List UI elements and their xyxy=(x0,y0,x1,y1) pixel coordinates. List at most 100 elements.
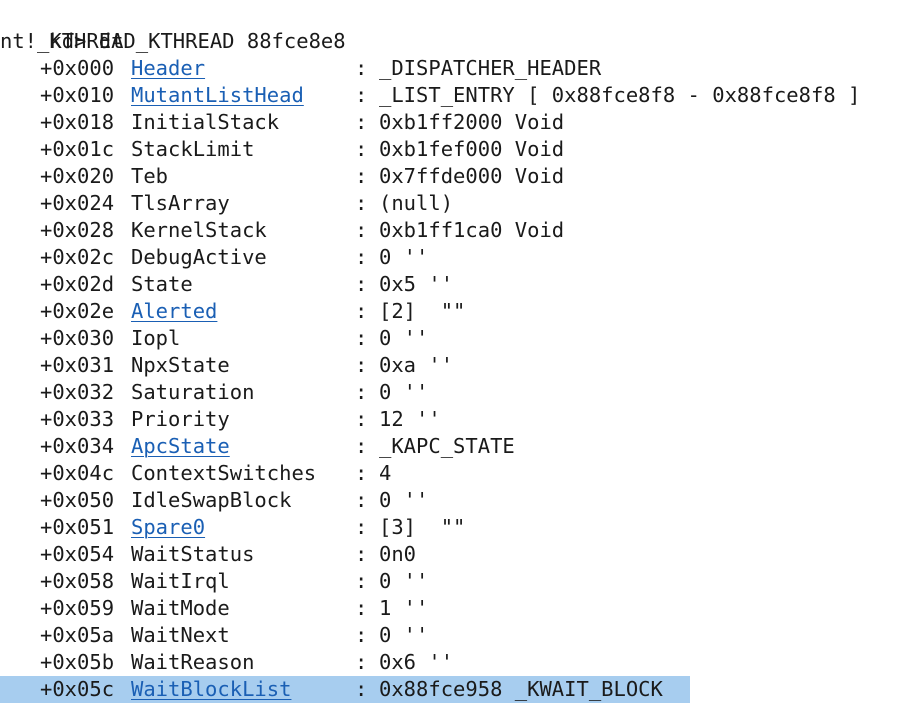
field-name: State xyxy=(131,272,193,296)
field-row: +0x030 Iopl:0 '' xyxy=(0,325,915,352)
field-value: [3] "" xyxy=(379,515,466,539)
field-row: +0x02c DebugActive:0 '' xyxy=(0,244,915,271)
field-row: +0x050 IdleSwapBlock:0 '' xyxy=(0,487,915,514)
field-name: Saturation xyxy=(131,380,255,404)
field-name-link[interactable]: MutantListHead xyxy=(131,82,304,109)
field-offset: +0x031 xyxy=(40,353,115,377)
field-separator: : xyxy=(355,272,368,296)
field-offset: +0x02d xyxy=(40,272,115,296)
field-row: +0x02e Alerted: [2] "" xyxy=(0,298,915,325)
field-value: _KAPC_STATE xyxy=(379,434,515,458)
field-name: DebugActive xyxy=(131,245,267,269)
field-name: WaitIrql xyxy=(131,569,230,593)
field-row: +0x000 Header: _DISPATCHER_HEADER xyxy=(0,55,915,82)
field-offset: +0x033 xyxy=(40,407,115,431)
field-value: 0 '' xyxy=(379,623,429,647)
field-row: +0x02d State:0x5 '' xyxy=(0,271,915,298)
field-row: +0x018 InitialStack:0xb1ff2000 Void xyxy=(0,109,915,136)
field-offset: +0x018 xyxy=(40,110,115,134)
field-name-link[interactable]: Header xyxy=(131,55,205,82)
field-offset: +0x020 xyxy=(40,164,115,188)
field-name-link[interactable]: WaitBlockList xyxy=(131,676,291,703)
field-name-link[interactable]: Alerted xyxy=(131,298,217,325)
field-separator: : xyxy=(355,461,368,485)
field-name: NpxState xyxy=(131,353,230,377)
field-name: Teb xyxy=(131,164,169,188)
field-offset: +0x05c xyxy=(40,677,115,701)
field-offset: +0x050 xyxy=(40,488,115,512)
field-value: 1 '' xyxy=(379,596,429,620)
field-name: StackLimit xyxy=(131,137,255,161)
field-separator: : xyxy=(355,677,368,701)
field-row: +0x051 Spare0: [3] "" xyxy=(0,514,915,541)
field-separator: : xyxy=(355,515,368,539)
command-text[interactable]: dt _KTHREAD 88fce8e8 xyxy=(99,29,346,53)
field-value: [2] "" xyxy=(379,299,466,323)
field-separator: : xyxy=(355,353,368,377)
field-name: WaitNext xyxy=(131,623,230,647)
field-offset: +0x010 xyxy=(40,83,115,107)
field-value: 0x5 '' xyxy=(379,272,454,296)
field-value: _LIST_ENTRY [ 0x88fce8f8 - 0x88fce8f8 ] xyxy=(379,83,861,107)
command-line: kd> dt _KTHREAD 88fce8e8 xyxy=(0,1,345,53)
field-row: +0x059 WaitMode:1 '' xyxy=(0,595,915,622)
field-row: +0x05a WaitNext:0 '' xyxy=(0,622,915,649)
field-row: +0x032 Saturation:0 '' xyxy=(0,379,915,406)
field-row: +0x058 WaitIrql:0 '' xyxy=(0,568,915,595)
field-offset: +0x032 xyxy=(40,380,115,404)
field-row: +0x010 MutantListHead: _LIST_ENTRY [ 0x88f… xyxy=(0,82,915,109)
field-offset: +0x04c xyxy=(40,461,115,485)
field-row: +0x031 NpxState:0xa '' xyxy=(0,352,915,379)
field-value: 0 '' xyxy=(379,326,429,350)
field-name: WaitReason xyxy=(131,650,255,674)
field-offset: +0x02c xyxy=(40,245,115,269)
field-name: Priority xyxy=(131,407,230,431)
field-name: Iopl xyxy=(131,326,181,350)
field-value: 0 '' xyxy=(379,569,429,593)
field-value: 0 '' xyxy=(379,380,429,404)
field-name: KernelStack xyxy=(131,218,267,242)
field-separator: : xyxy=(355,542,368,566)
field-offset: +0x000 xyxy=(40,56,115,80)
field-separator: : xyxy=(355,110,368,134)
field-separator: : xyxy=(355,191,368,215)
field-row: +0x034 ApcState: _KAPC_STATE xyxy=(0,433,915,460)
field-separator: : xyxy=(355,407,368,431)
field-row: +0x020 Teb:0x7ffde000 Void xyxy=(0,163,915,190)
type-name: nt!_KTHREAD xyxy=(0,29,136,53)
field-value: 0x88fce958 _KWAIT_BLOCK xyxy=(379,677,663,701)
debugger-output: kd> dt _KTHREAD 88fce8e8 nt!_KTHREAD +0x… xyxy=(0,0,915,705)
field-separator: : xyxy=(355,83,368,107)
field-name: WaitMode xyxy=(131,596,230,620)
field-offset: +0x051 xyxy=(40,515,115,539)
field-value: 0xb1ff1ca0 Void xyxy=(379,218,565,242)
field-row: +0x01c StackLimit:0xb1fef000 Void xyxy=(0,136,915,163)
field-value: 0x6 '' xyxy=(379,650,454,674)
field-value: (null) xyxy=(379,191,454,215)
field-value: 0xb1fef000 Void xyxy=(379,137,565,161)
field-name-link[interactable]: ApcState xyxy=(131,433,230,460)
field-separator: : xyxy=(355,137,368,161)
field-separator: : xyxy=(355,596,368,620)
field-offset: +0x034 xyxy=(40,434,115,458)
field-separator: : xyxy=(355,326,368,350)
field-value: 4 xyxy=(379,461,392,485)
field-offset: +0x01c xyxy=(40,137,115,161)
field-offset: +0x058 xyxy=(40,569,115,593)
field-name: TlsArray xyxy=(131,191,230,215)
field-value: 0x7ffde000 Void xyxy=(379,164,565,188)
field-value: 0xb1ff2000 Void xyxy=(379,110,565,134)
field-separator: : xyxy=(355,434,368,458)
field-separator: : xyxy=(355,218,368,242)
field-row: +0x05b WaitReason:0x6 '' xyxy=(0,649,915,676)
field-name: ContextSwitches xyxy=(131,461,317,485)
field-offset: +0x05b xyxy=(40,650,115,674)
field-value: 0xa '' xyxy=(379,353,454,377)
field-row: +0x05c WaitBlockList:0x88fce958 _KWAIT_BL… xyxy=(0,676,915,703)
field-offset: +0x054 xyxy=(40,542,115,566)
field-value: 12 '' xyxy=(379,407,441,431)
field-name-link[interactable]: Spare0 xyxy=(131,514,205,541)
field-separator: : xyxy=(355,164,368,188)
field-row: +0x054 WaitStatus:0n0 xyxy=(0,541,915,568)
field-row: +0x04c ContextSwitches:4 xyxy=(0,460,915,487)
